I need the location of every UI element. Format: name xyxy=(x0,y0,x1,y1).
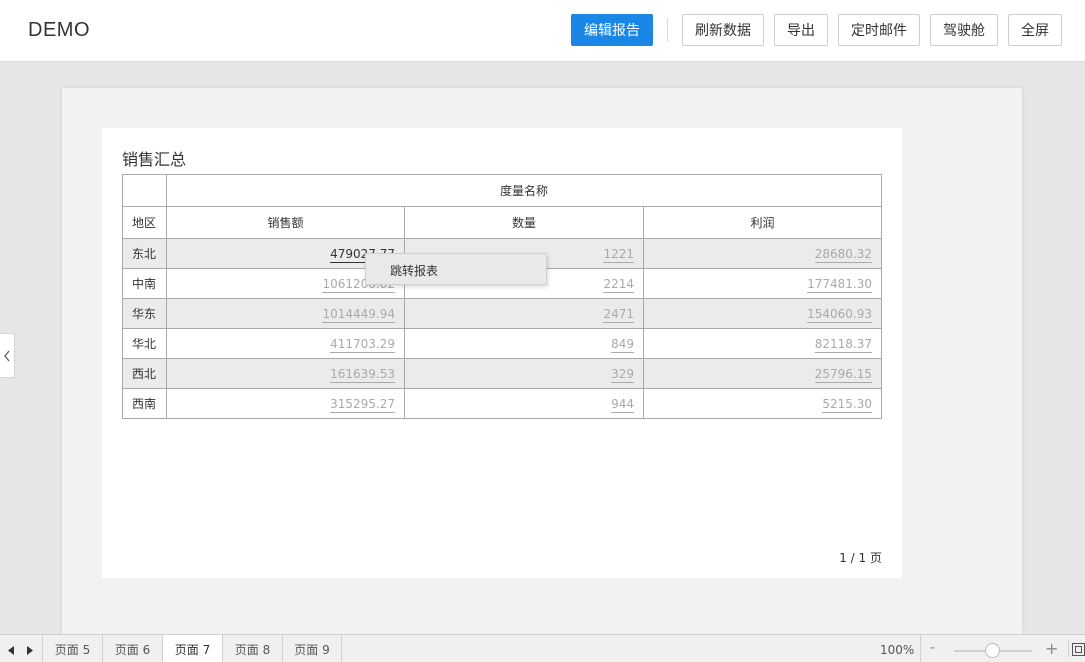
triangle-left-icon xyxy=(8,645,14,655)
region-cell: 中南 xyxy=(122,268,167,299)
sales-summary-table: 度量名称 地区 销售额 数量 利润 东北 479027.77 1221 2868… xyxy=(122,174,882,419)
export-button[interactable]: 导出 xyxy=(774,14,828,46)
page-indicator: 1 / 1 页 xyxy=(839,551,882,565)
quantity-link[interactable]: 2471 xyxy=(603,306,634,323)
sales-link[interactable]: 315295.27 xyxy=(330,396,395,413)
region-cell: 东北 xyxy=(122,238,167,269)
region-cell: 西南 xyxy=(122,388,167,419)
edit-report-button[interactable]: 编辑报告 xyxy=(571,14,653,46)
app-title: DEMO xyxy=(28,19,90,41)
context-menu: 跳转报表 xyxy=(365,253,547,285)
table-row: 西北 161639.53 329 25796.15 xyxy=(122,358,882,389)
header-divider xyxy=(667,18,668,42)
table-header-row: 地区 销售额 数量 利润 xyxy=(122,206,882,239)
quantity-link[interactable]: 329 xyxy=(611,366,634,383)
table-row: 华北 411703.29 849 82118.37 xyxy=(122,328,882,359)
sales-cell[interactable]: 161639.53 xyxy=(166,358,405,389)
sales-cell[interactable]: 1014449.94 xyxy=(166,298,405,329)
corner-cell xyxy=(122,174,167,207)
zoom-in-button[interactable]: + xyxy=(1045,639,1058,658)
profit-column-header: 利润 xyxy=(643,206,882,239)
refresh-data-button[interactable]: 刷新数据 xyxy=(682,14,764,46)
measure-name-header: 度量名称 xyxy=(166,174,882,207)
region-cell: 华北 xyxy=(122,328,167,359)
page-canvas: 销售汇总 度量名称 地区 销售额 数量 利润 东北 479027.77 1221… xyxy=(62,88,1022,634)
table-header-row: 度量名称 xyxy=(122,174,882,207)
sales-link[interactable]: 1014449.94 xyxy=(322,306,395,323)
quantity-cell[interactable]: 849 xyxy=(404,328,644,359)
sales-cell[interactable]: 315295.27 xyxy=(166,388,405,419)
sales-column-header: 销售额 xyxy=(166,206,405,239)
profit-link[interactable]: 5215.30 xyxy=(822,396,872,413)
zoom-slider-thumb[interactable] xyxy=(985,643,1000,658)
profit-cell[interactable]: 5215.30 xyxy=(643,388,882,419)
workspace: 销售汇总 度量名称 地区 销售额 数量 利润 东北 479027.77 1221… xyxy=(0,62,1085,634)
quantity-cell[interactable]: 2471 xyxy=(404,298,644,329)
sales-link[interactable]: 411703.29 xyxy=(330,336,395,353)
zoom-level: 100% xyxy=(880,643,915,657)
next-page-arrow[interactable] xyxy=(25,645,35,655)
region-column-header: 地区 xyxy=(122,206,167,239)
report-title: 销售汇总 xyxy=(122,150,187,169)
profit-cell[interactable]: 28680.32 xyxy=(643,238,882,269)
profit-cell[interactable]: 154060.93 xyxy=(643,298,882,329)
tab-page-5[interactable]: 页面 5 xyxy=(42,635,102,662)
quantity-cell[interactable]: 329 xyxy=(404,358,644,389)
quantity-link[interactable]: 2214 xyxy=(603,276,634,293)
quantity-cell[interactable]: 944 xyxy=(404,388,644,419)
profit-link[interactable]: 82118.37 xyxy=(814,336,872,353)
fit-page-button[interactable] xyxy=(1068,641,1085,657)
quantity-link[interactable]: 944 xyxy=(611,396,634,413)
table-row: 华东 1014449.94 2471 154060.93 xyxy=(122,298,882,329)
profit-link[interactable]: 28680.32 xyxy=(814,246,872,263)
quantity-link[interactable]: 849 xyxy=(611,336,634,353)
profit-link[interactable]: 25796.15 xyxy=(814,366,872,383)
prev-page-arrow[interactable] xyxy=(6,645,16,655)
zoom-out-button[interactable]: - xyxy=(930,640,935,656)
profit-link[interactable]: 177481.30 xyxy=(807,276,872,293)
profit-cell[interactable]: 82118.37 xyxy=(643,328,882,359)
cockpit-button[interactable]: 驾驶舱 xyxy=(930,14,998,46)
fit-screen-icon xyxy=(1072,643,1085,656)
tab-page-7[interactable]: 页面 7 xyxy=(162,635,222,662)
sales-link[interactable]: 161639.53 xyxy=(330,366,395,383)
top-header: DEMO 编辑报告 刷新数据 导出 定时邮件 驾驶舱 全屏 xyxy=(0,0,1085,62)
region-cell: 华东 xyxy=(122,298,167,329)
profit-cell[interactable]: 25796.15 xyxy=(643,358,882,389)
profit-link[interactable]: 154060.93 xyxy=(807,306,872,323)
quantity-column-header: 数量 xyxy=(404,206,644,239)
tab-page-6[interactable]: 页面 6 xyxy=(102,635,162,662)
tab-page-8[interactable]: 页面 8 xyxy=(222,635,282,662)
profit-cell[interactable]: 177481.30 xyxy=(643,268,882,299)
region-cell: 西北 xyxy=(122,358,167,389)
scheduled-mail-button[interactable]: 定时邮件 xyxy=(838,14,920,46)
quantity-link[interactable]: 1221 xyxy=(603,246,634,263)
jump-report-menu-item[interactable]: 跳转报表 xyxy=(390,262,438,279)
chevron-left-icon xyxy=(4,350,10,361)
sales-cell[interactable]: 411703.29 xyxy=(166,328,405,359)
expand-panel-tab[interactable] xyxy=(0,333,15,378)
fullscreen-button[interactable]: 全屏 xyxy=(1008,14,1062,46)
bottom-bar: 页面 5 页面 6 页面 7 页面 8 页面 9 100% - + xyxy=(0,634,1085,662)
triangle-right-icon xyxy=(27,645,33,655)
report-sheet: 销售汇总 度量名称 地区 销售额 数量 利润 东北 479027.77 1221… xyxy=(102,128,902,578)
table-row: 西南 315295.27 944 5215.30 xyxy=(122,388,882,419)
tab-page-9[interactable]: 页面 9 xyxy=(282,635,342,662)
zoom-divider xyxy=(920,635,921,662)
